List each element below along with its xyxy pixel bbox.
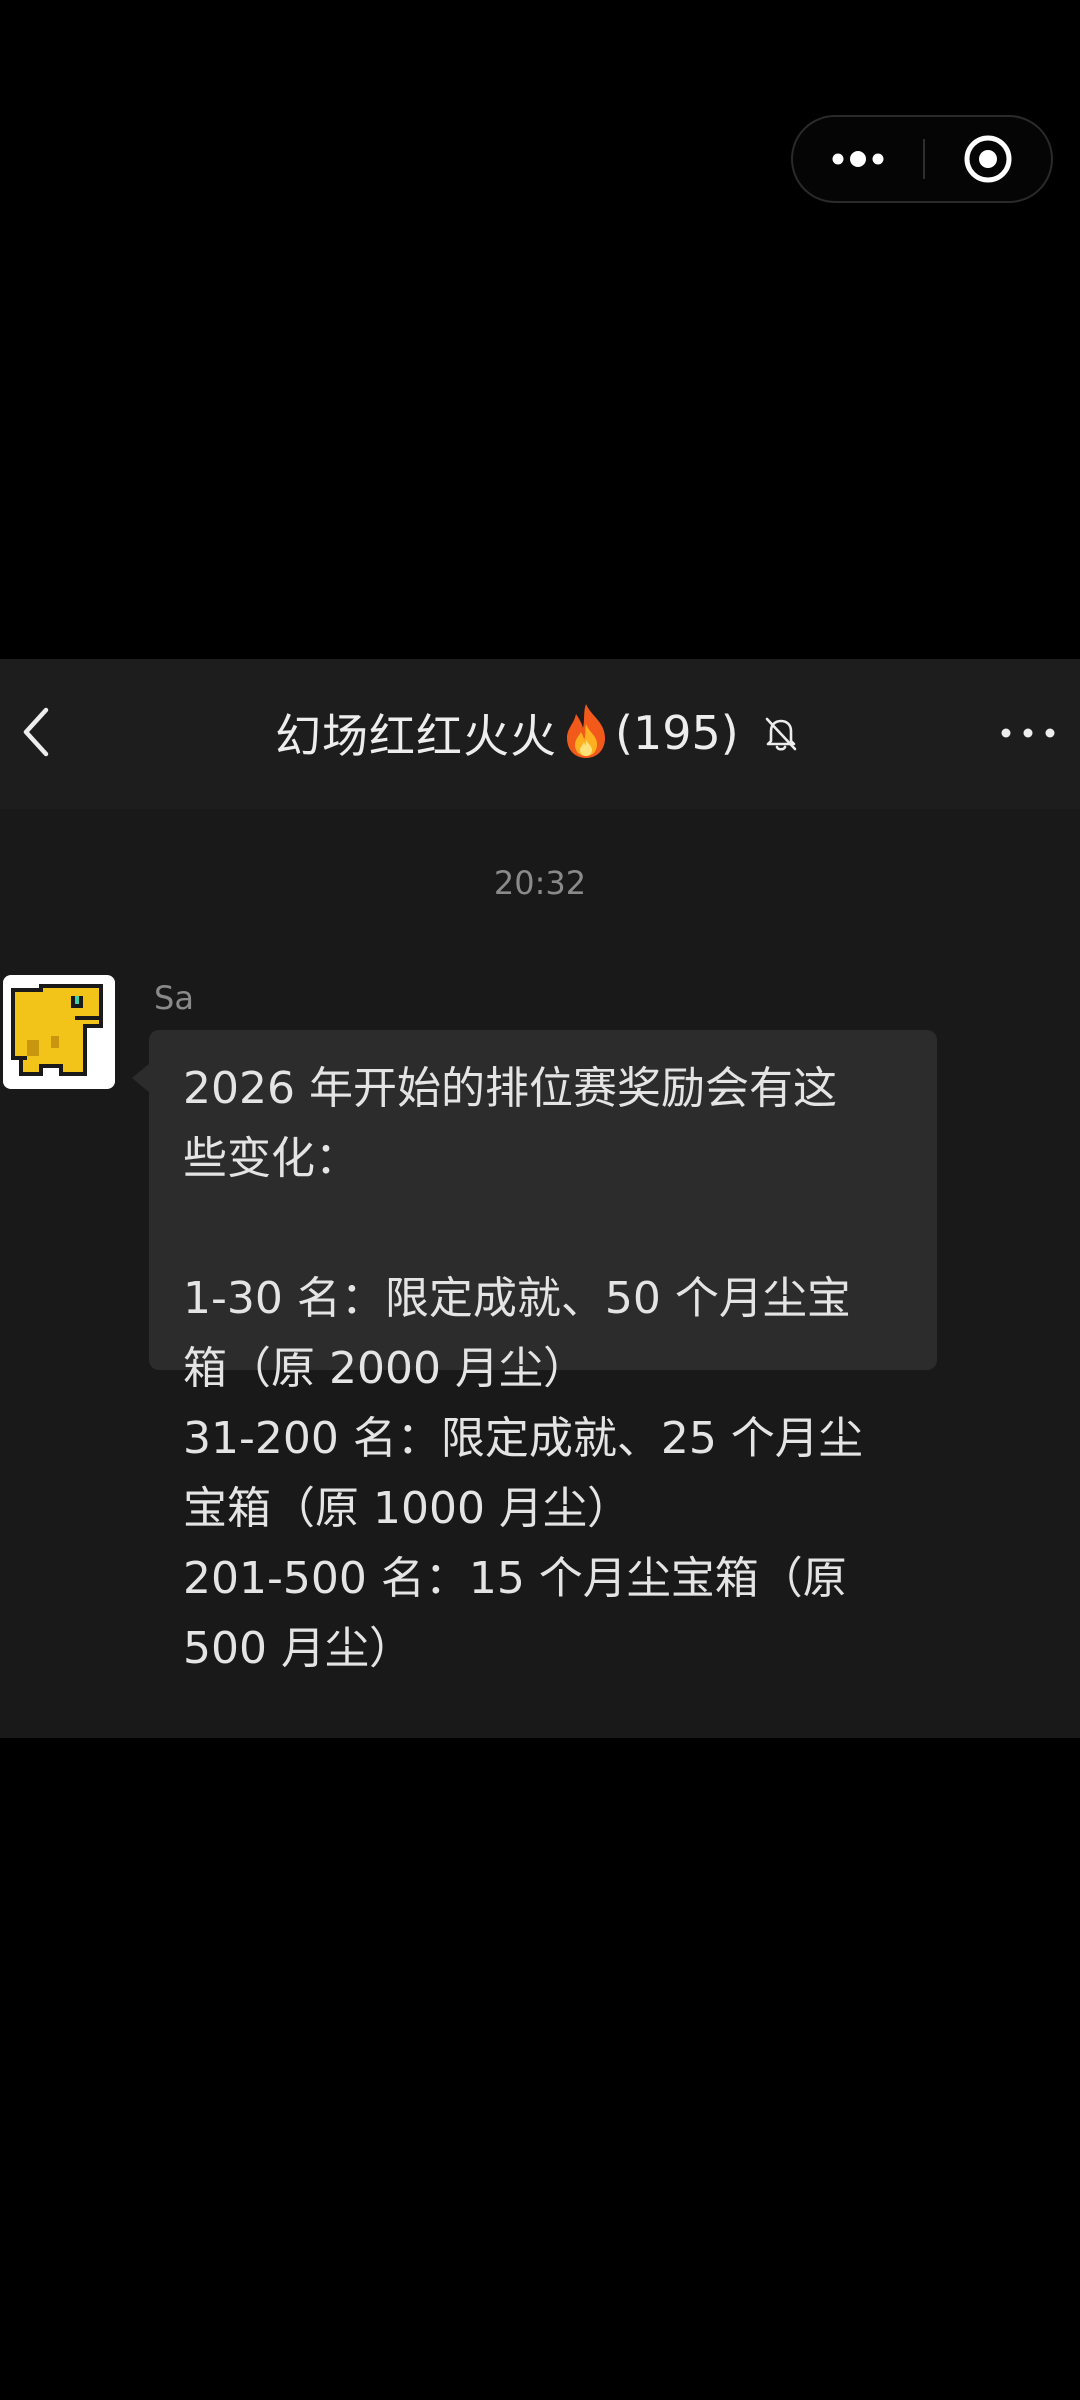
chat-nav-bar: 幻场红红火火 (195) — [0, 659, 1080, 809]
message-line: 201-500 名：15 个月尘宝箱（原 — [183, 1553, 847, 1604]
message-line: 31-200 名：限定成就、25 个月尘 — [183, 1413, 863, 1464]
more-options-button[interactable] — [793, 117, 923, 201]
chat-screen: 幻场红红火火 (195) 20:32 Sa 2026 年开始的排位赛奖励会有这 … — [0, 659, 1080, 1738]
close-mini-program-button[interactable] — [925, 117, 1051, 201]
message-line: 2026 年开始的排位赛奖励会有这 — [183, 1063, 837, 1114]
chat-menu-button[interactable] — [996, 707, 1060, 759]
sender-name: Sa — [154, 979, 194, 1017]
chat-title: 幻场红红火火 (195) — [275, 699, 815, 767]
member-count: (195) — [615, 706, 739, 760]
bubble-tail — [132, 1063, 150, 1093]
message-line: 1-30 名：限定成就、50 个月尘宝 — [183, 1273, 851, 1324]
ellipsis-icon — [832, 151, 884, 167]
message-timestamp: 20:32 — [493, 864, 587, 902]
chevron-left-icon — [23, 707, 49, 757]
message-line: 些变化： — [183, 1133, 359, 1184]
message-line: 宝箱（原 1000 月尘） — [183, 1483, 631, 1534]
fire-icon — [561, 702, 611, 764]
message-bubble[interactable]: 2026 年开始的排位赛奖励会有这 些变化： 1-30 名：限定成就、50 个月… — [149, 1030, 937, 1674]
pixel-dinosaur-avatar — [3, 976, 115, 1088]
avatar[interactable] — [3, 975, 115, 1089]
target-circle-icon — [964, 135, 1012, 183]
message-line: 500 月尘） — [183, 1623, 413, 1674]
group-name: 幻场红红火火 — [275, 709, 557, 763]
back-button[interactable] — [6, 697, 66, 767]
bell-off-icon — [761, 713, 801, 753]
ellipsis-icon — [1001, 728, 1055, 738]
mini-program-capsule — [791, 115, 1053, 203]
message-line: 箱（原 2000 月尘） — [183, 1343, 587, 1394]
